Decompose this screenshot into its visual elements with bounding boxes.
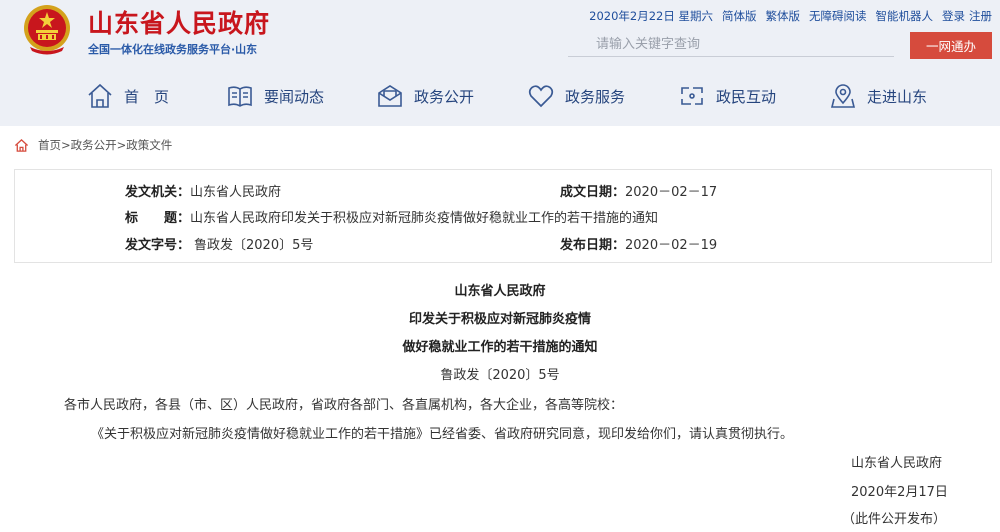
document-title-line-3: 做好稳就业工作的若干措施的通知 <box>402 340 598 355</box>
nav-label: 政务公开 <box>414 87 475 106</box>
nav-label: 走进山东 <box>867 87 928 106</box>
nav-item-news[interactable]: 要闻动态 <box>226 76 324 116</box>
meta-issuer-value: 山东省人民政府 <box>190 185 282 200</box>
breadcrumb-separator: > <box>61 138 71 152</box>
national-emblem-icon <box>24 5 70 55</box>
heart-icon <box>528 85 554 108</box>
one-stop-service-button[interactable]: 一网通办 <box>910 32 992 59</box>
document-title-line-2: 印发关于积极应对新冠肺炎疫情 <box>408 312 591 327</box>
breadcrumb: 首页 > 政务公开 > 政策文件 <box>14 137 172 153</box>
traditional-link[interactable]: 繁体版 <box>766 8 801 24</box>
document-sign-date: 2020年2月17日 <box>851 485 948 500</box>
login-link[interactable]: 登录 <box>942 8 965 24</box>
meta-doc-number-value: 鲁政发〔2020〕5号 <box>194 238 314 253</box>
home-icon[interactable] <box>14 138 29 153</box>
nav-item-services[interactable]: 政务服务 <box>527 76 625 116</box>
top-utility-bar: 2020年2月22日 星期六 简体版 繁体版 无障碍阅读 智能机器人 登录 注册 <box>589 8 992 24</box>
meta-published-date: 发布日期：2020－02－19 <box>560 234 717 253</box>
document-signature: 山东省人民政府 <box>851 456 943 471</box>
nav-label: 政务服务 <box>565 87 626 106</box>
nav-item-shandong[interactable]: 走进山东 <box>829 76 927 116</box>
meta-created-label: 成文日期： <box>560 185 626 200</box>
search-input[interactable] <box>568 33 894 57</box>
nav-item-interaction[interactable]: 政民互动 <box>678 76 776 116</box>
meta-title: 标 题：山东省人民政府印发关于积极应对新冠肺炎疫情做好稳就业工作的若干措施的通知 <box>125 207 658 226</box>
site-subtitle: 全国一体化在线政务服务平台·山东 <box>88 43 258 56</box>
document-number: 鲁政发〔2020〕5号 <box>440 368 560 383</box>
accessibility-link[interactable]: 无障碍阅读 <box>809 8 867 24</box>
document-title-line-1: 山东省人民政府 <box>454 284 546 299</box>
meta-title-label: 标 题： <box>125 211 191 226</box>
envelope-icon <box>378 85 402 107</box>
robot-link[interactable]: 智能机器人 <box>876 8 934 24</box>
meta-doc-number: 发文字号： 鲁政发〔2020〕5号 <box>125 234 313 253</box>
nav-item-home[interactable]: 首 页 <box>86 76 169 116</box>
current-date: 2020年2月22日 星期六 <box>589 9 713 23</box>
book-icon <box>228 86 252 107</box>
meta-issuer-label: 发文机关： <box>125 185 191 200</box>
meta-published-value: 2020－02－19 <box>625 238 718 253</box>
meta-title-value: 山东省人民政府印发关于积极应对新冠肺炎疫情做好稳就业工作的若干措施的通知 <box>190 211 659 226</box>
main-nav: 首 页 要闻动态 政务公开 政务服务 政民互动 走进山东 <box>0 76 1000 116</box>
meta-published-label: 发布日期： <box>560 238 626 253</box>
meta-issuer: 发文机关：山东省人民政府 <box>125 181 281 200</box>
register-link[interactable]: 注册 <box>969 8 992 24</box>
breadcrumb-disclosure[interactable]: 政务公开 <box>71 137 117 153</box>
document-publication-note: （此件公开发布） <box>842 512 947 527</box>
nav-label: 首 页 <box>124 87 170 106</box>
breadcrumb-home[interactable]: 首页 <box>38 137 61 153</box>
nav-item-disclosure[interactable]: 政务公开 <box>376 76 474 116</box>
meta-doc-number-label: 发文字号： <box>125 238 191 253</box>
nav-label: 要闻动态 <box>264 87 325 106</box>
interaction-icon <box>681 87 703 105</box>
home-icon <box>88 83 112 108</box>
simplified-link[interactable]: 简体版 <box>722 8 757 24</box>
map-pin-icon <box>830 84 856 108</box>
meta-created-date: 成文日期：2020－02－17 <box>560 181 717 200</box>
breadcrumb-separator: > <box>116 138 127 152</box>
breadcrumb-policy-docs[interactable]: 政策文件 <box>126 137 172 153</box>
document-body: 《关于积极应对新冠肺炎疫情做好稳就业工作的若干措施》已经省委、省政府研究同意，现… <box>91 427 794 442</box>
site-title: 山东省人民政府 <box>88 9 271 38</box>
document-salutation: 各市人民政府，各县（市、区）人民政府，省政府各部门、各直属机构，各大企业，各高等… <box>64 398 624 413</box>
document-meta-panel: 发文机关：山东省人民政府 成文日期：2020－02－17 标 题：山东省人民政府… <box>14 169 992 263</box>
nav-label: 政民互动 <box>716 87 777 106</box>
meta-created-value: 2020－02－17 <box>625 185 718 200</box>
site-header: 山东省人民政府 全国一体化在线政务服务平台·山东 2020年2月22日 星期六 … <box>0 0 1000 126</box>
